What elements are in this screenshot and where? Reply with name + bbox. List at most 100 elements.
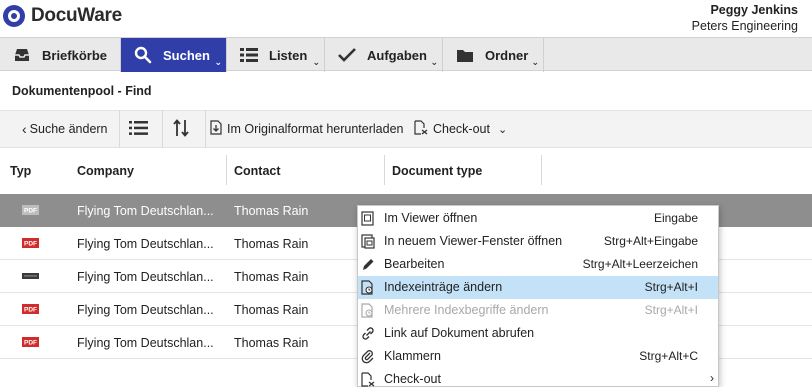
chevron-down-icon: ⌄ <box>497 123 508 136</box>
table-header: Typ Company Contact Document type <box>0 148 812 193</box>
download-original-label: Im Originalformat herunterladen <box>227 122 404 136</box>
column-header-contact[interactable]: Contact <box>224 148 384 193</box>
nav-suchen[interactable]: Suchen ⌄ <box>121 38 227 72</box>
user-company: Peters Engineering <box>691 19 798 33</box>
pdf-file-icon: PDF <box>22 205 39 215</box>
search-icon <box>133 45 153 65</box>
column-header-type[interactable]: Typ <box>0 148 67 193</box>
download-original-button[interactable]: Im Originalformat herunterladen <box>206 110 412 148</box>
user-info[interactable]: Peggy Jenkins Peters Engineering <box>692 3 798 34</box>
menu-item-get-link[interactable]: Link auf Dokument abrufen <box>358 322 718 345</box>
viewer-icon <box>361 211 374 226</box>
chevron-down-icon[interactable]: ⌄ <box>430 57 438 68</box>
sort-button[interactable] <box>163 110 199 148</box>
pdf-file-icon: PDF <box>22 337 39 347</box>
document-file-icon <box>22 273 39 279</box>
menu-item-edit-index[interactable]: Indexeinträge ändern Strg+Alt+I <box>358 276 718 299</box>
nav-label: Aufgaben <box>367 47 427 63</box>
menu-item-edit[interactable]: Bearbeiten Strg+Alt+Leerzeichen <box>358 253 718 276</box>
nav-label: Suchen <box>163 47 210 63</box>
menu-item-shortcut: Strg+Alt+C <box>639 349 698 363</box>
contact-cell: Thomas Rain <box>234 335 309 350</box>
checkout-dropdown[interactable]: Check-out ⌄ <box>412 110 507 148</box>
pdf-type-label: PDF <box>24 241 37 248</box>
download-icon <box>210 120 222 138</box>
nav-listen[interactable]: Listen ⌄ <box>227 38 325 72</box>
company-cell: Flying Tom Deutschlan... <box>77 269 214 284</box>
change-search-label: Suche ändern <box>29 122 108 136</box>
checkout-icon <box>414 120 428 138</box>
contact-cell: Thomas Rain <box>234 203 309 218</box>
company-cell: Flying Tom Deutschlan... <box>77 203 214 218</box>
menu-item-shortcut: Strg+Alt+Eingabe <box>603 234 698 248</box>
sort-icon <box>173 118 189 140</box>
result-toolbar: ‹ Suche ändern Im Originalformat herunte… <box>0 110 812 148</box>
nav-label: Briefkörbe <box>42 47 108 63</box>
list-icon <box>239 45 259 65</box>
inbox-tray-icon <box>12 45 32 65</box>
menu-item-open-new-window[interactable]: In neuem Viewer-Fenster öffnen Strg+Alt+… <box>358 230 718 253</box>
checkmark-icon <box>337 45 357 65</box>
user-name: Peggy Jenkins <box>710 3 798 17</box>
change-search-button[interactable]: ‹ Suche ändern <box>0 110 119 148</box>
main-nav: Briefkörbe Suchen ⌄ Listen ⌄ Aufgaben ⌄ … <box>0 37 812 72</box>
checkout-icon <box>361 372 375 387</box>
menu-item-shortcut: Strg+Alt+Leerzeichen <box>582 257 698 271</box>
paperclip-icon <box>361 350 374 364</box>
new-window-icon <box>361 234 375 249</box>
company-cell: Flying Tom Deutschlan... <box>77 302 214 317</box>
edit-index-icon <box>361 280 373 295</box>
menu-item-label: Indexeinträge ändern <box>384 280 503 294</box>
menu-item-shortcut: Strg+Alt+I <box>644 303 698 317</box>
menu-item-label: Im Viewer öffnen <box>384 211 478 225</box>
menu-item-label: Check-out <box>384 372 441 386</box>
edit-index-icon <box>361 303 373 318</box>
nav-ordner[interactable]: Ordner ⌄ <box>443 38 544 72</box>
checkout-label: Check-out <box>433 122 490 136</box>
menu-item-open-viewer[interactable]: Im Viewer öffnen Eingabe <box>358 207 718 230</box>
menu-item-label: Mehrere Indexbegriffe ändern <box>384 303 549 317</box>
chevron-down-icon[interactable]: ⌄ <box>312 57 320 68</box>
pdf-file-icon: PDF <box>22 304 39 314</box>
link-icon <box>362 327 374 340</box>
company-cell: Flying Tom Deutschlan... <box>77 236 214 251</box>
nav-label: Listen <box>269 47 308 63</box>
company-cell: Flying Tom Deutschlan... <box>77 335 214 350</box>
docuware-logo[interactable]: DocuWare <box>3 5 122 27</box>
page-title: Dokumentenpool - Find <box>12 84 152 98</box>
column-header-document-type[interactable]: Document type <box>382 148 542 193</box>
menu-item-label: Bearbeiten <box>384 257 445 271</box>
menu-item-shortcut: Strg+Alt+I <box>644 280 698 294</box>
chevron-down-icon[interactable]: ⌄ <box>531 57 539 68</box>
chevron-left-icon: ‹ <box>22 121 27 137</box>
list-view-button[interactable] <box>120 110 158 148</box>
menu-item-clip[interactable]: Klammern Strg+Alt+C <box>358 345 718 368</box>
menu-item-bulk-edit-index: Mehrere Indexbegriffe ändern Strg+Alt+I <box>358 299 718 322</box>
menu-item-checkout[interactable]: Check-out › <box>358 368 718 387</box>
pdf-type-label: PDF <box>24 340 37 347</box>
menu-item-shortcut: Eingabe <box>653 211 698 225</box>
pdf-type-label: PDF <box>24 307 37 314</box>
app-header: DocuWare Peggy Jenkins Peters Engineerin… <box>0 0 812 37</box>
folder-icon <box>455 45 475 65</box>
column-header-company[interactable]: Company <box>67 148 227 193</box>
contact-cell: Thomas Rain <box>234 302 309 317</box>
menu-item-label: Link auf Dokument abrufen <box>384 326 535 340</box>
app-name: DocuWare <box>31 5 122 26</box>
pencil-icon <box>363 259 374 270</box>
menu-item-label: In neuem Viewer-Fenster öffnen <box>384 234 563 248</box>
document-context-menu: Im Viewer öffnen Eingabe In neuem Viewer… <box>357 205 719 387</box>
pdf-type-label: PDF <box>24 208 37 215</box>
chevron-right-icon: › <box>710 371 714 385</box>
nav-briefkoerbe[interactable]: Briefkörbe <box>0 38 121 72</box>
column-divider[interactable] <box>541 155 542 185</box>
nav-aufgaben[interactable]: Aufgaben ⌄ <box>325 38 443 72</box>
nav-label: Ordner <box>485 47 529 63</box>
contact-cell: Thomas Rain <box>234 236 309 251</box>
pdf-file-icon: PDF <box>22 238 39 248</box>
menu-item-label: Klammern <box>384 349 441 363</box>
docuware-logo-icon <box>3 5 25 27</box>
contact-cell: Thomas Rain <box>234 269 309 284</box>
chevron-down-icon[interactable]: ⌄ <box>214 57 222 68</box>
list-view-icon <box>129 120 149 139</box>
